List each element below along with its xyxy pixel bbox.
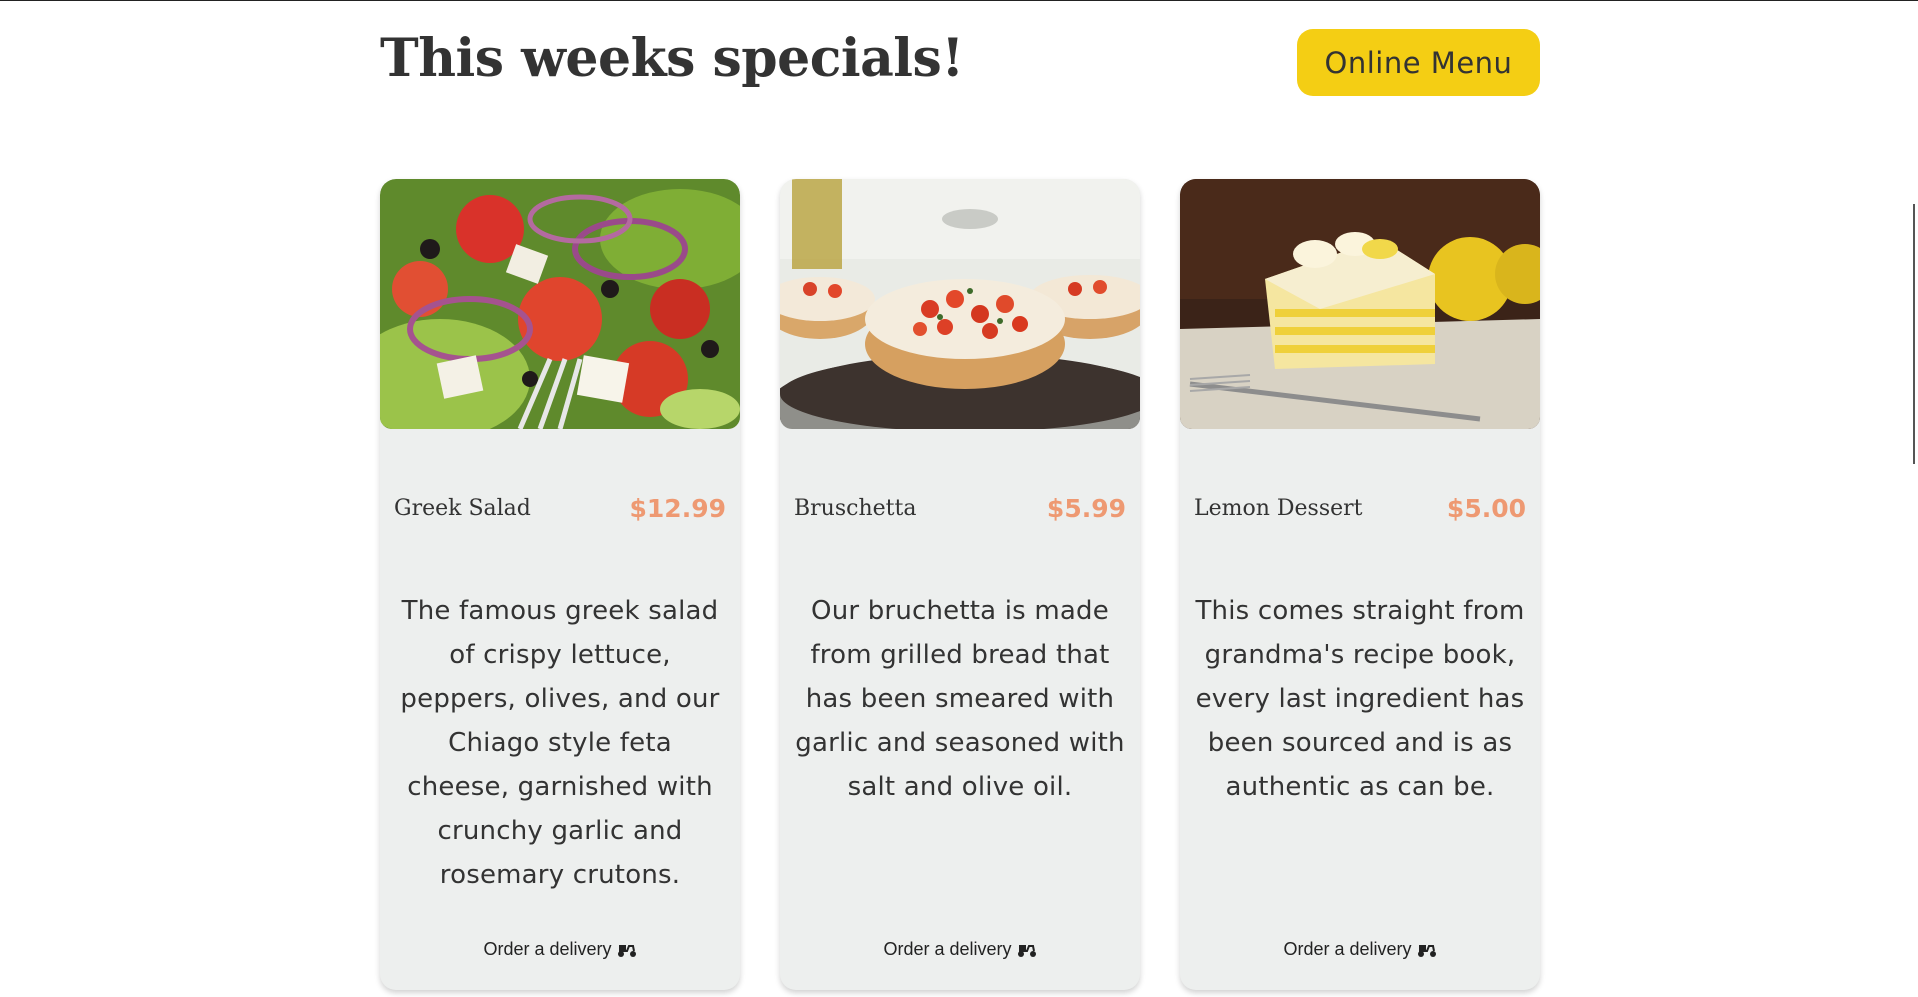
- order-delivery-link[interactable]: Order a delivery: [780, 939, 1140, 963]
- card-header: Greek Salad $12.99: [394, 494, 726, 523]
- greek-salad-photo: [380, 179, 740, 429]
- scooter-icon: [1417, 942, 1437, 963]
- card-header: Lemon Dessert $5.00: [1194, 494, 1526, 523]
- special-card-bruschetta: Bruschetta $5.99 Our bruchetta is made f…: [780, 179, 1140, 990]
- order-delivery-label: Order a delivery: [483, 939, 612, 959]
- specials-cards: Greek Salad $12.99 The famous greek sala…: [380, 179, 1540, 990]
- dish-description: The famous greek salad of crispy lettuce…: [400, 596, 720, 890]
- order-delivery-label: Order a delivery: [883, 939, 1012, 959]
- lemon-dessert-photo: [1180, 179, 1540, 429]
- scooter-icon: [1017, 942, 1037, 963]
- dish-price: $12.99: [629, 494, 726, 523]
- scooter-icon: [617, 942, 637, 963]
- dish-description: This comes straight from grandma's recip…: [1195, 596, 1525, 802]
- page-scrollbar[interactable]: [1913, 204, 1915, 464]
- online-menu-button[interactable]: Online Menu: [1297, 29, 1540, 96]
- special-card-greek-salad: Greek Salad $12.99 The famous greek sala…: [380, 179, 740, 990]
- page-title: This weeks specials!: [380, 28, 964, 89]
- card-header: Bruschetta $5.99: [794, 494, 1126, 523]
- specials-header: This weeks specials! Online Menu: [380, 0, 1540, 150]
- order-delivery-link[interactable]: Order a delivery: [1180, 939, 1540, 963]
- dish-name: Lemon Dessert: [1194, 496, 1363, 521]
- dish-price: $5.99: [1046, 494, 1126, 523]
- special-card-lemon-dessert: Lemon Dessert $5.00 This comes straight …: [1180, 179, 1540, 990]
- dish-price: $5.00: [1446, 494, 1526, 523]
- order-delivery-label: Order a delivery: [1283, 939, 1412, 959]
- dish-description: Our bruchetta is made from grilled bread…: [795, 596, 1125, 802]
- dish-name: Greek Salad: [394, 496, 531, 521]
- bruschetta-photo: [780, 179, 1140, 429]
- specials-section: This weeks specials! Online Menu Greek S…: [380, 0, 1540, 990]
- order-delivery-link[interactable]: Order a delivery: [380, 939, 740, 963]
- dish-name: Bruschetta: [794, 496, 917, 521]
